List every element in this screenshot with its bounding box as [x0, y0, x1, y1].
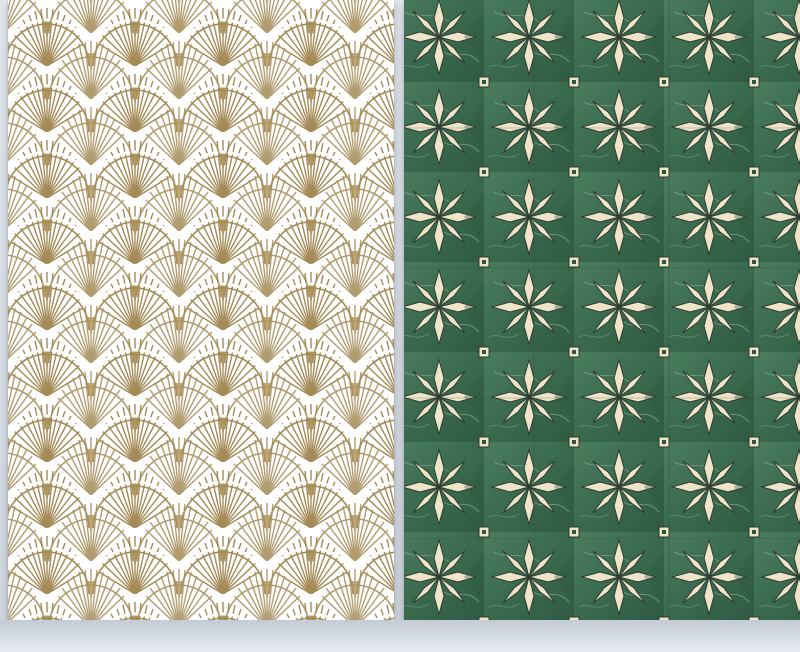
art-deco-fan-pattern-panel: [8, 0, 394, 620]
fan-pattern-svg: [8, 0, 394, 620]
star-tile-svg: [404, 0, 800, 620]
scene-background: [0, 0, 800, 652]
marble-star-tile-panel: [404, 0, 800, 620]
floor-shadow: [0, 620, 800, 652]
